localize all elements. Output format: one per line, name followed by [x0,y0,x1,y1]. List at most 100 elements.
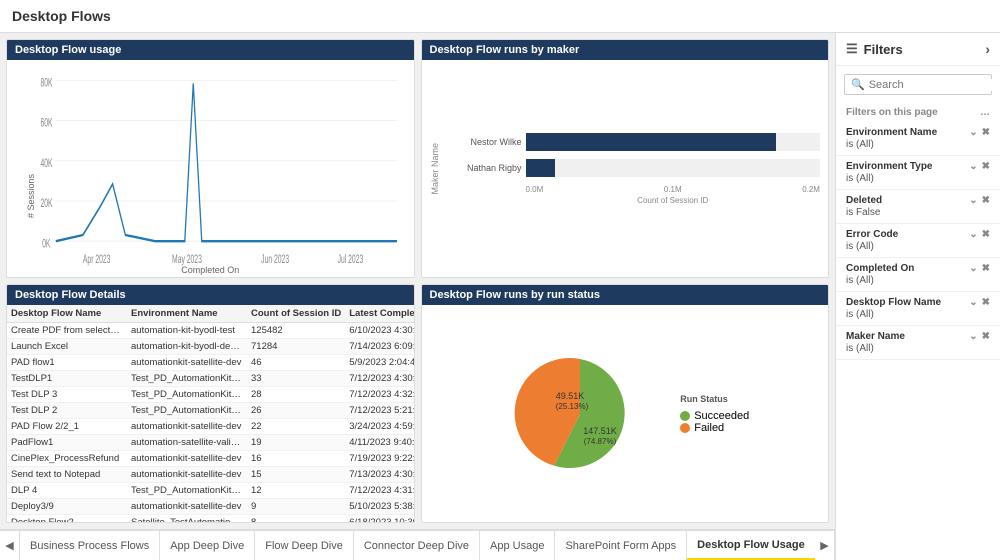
tab-business-process[interactable]: Business Process Flows [20,531,160,560]
svg-text:60K: 60K [40,117,52,131]
filter-chevron-icon[interactable]: ⌄ [969,161,977,172]
table-cell: 6/18/2023 10:30:24 AM [345,515,413,523]
filters-close-button[interactable]: › [985,41,990,57]
table-cell: PAD Flow 2/2_1 [7,419,127,435]
filter-clear-icon[interactable]: ✖ [982,331,990,342]
usage-x-label: Completed On [181,265,239,275]
table-cell: 7/13/2023 4:30:51 AM [345,467,413,483]
svg-text:Jun 2023: Jun 2023 [261,253,289,267]
table-row: Deploy3/9automationkit-satellite-dev95/1… [7,499,414,515]
tab-app-deep-dive[interactable]: App Deep Dive [160,531,255,560]
filter-chevron-icon[interactable]: ⌄ [969,331,977,342]
tabs-container: Business Process FlowsApp Deep DiveFlow … [20,531,815,560]
table-row: TestDLP1Test_PD_AutomationKit_Satellite3… [7,371,414,387]
filters-search-box[interactable]: 🔍 [844,74,992,95]
filter-chevron-icon[interactable]: ⌄ [969,263,977,274]
table-row: Desktop Flow2Satellite_TestAutomationKIT… [7,515,414,523]
maker-name-2: Nathan Rigby [442,163,522,173]
table-cell: Satellite_TestAutomationKIT [127,515,247,523]
filter-clear-icon[interactable]: ✖ [982,161,990,172]
tab-desktop-flow-usage[interactable]: Desktop Flow Usage [687,531,815,560]
filter-clear-icon[interactable]: ✖ [982,195,990,206]
filters-search-input[interactable] [869,79,1000,91]
svg-text:147.51K: 147.51K [583,426,617,436]
table-row: DLP 4Test_PD_AutomationKit_Satellite127/… [7,483,414,499]
details-table: Desktop Flow Name Environment Name Count… [7,305,414,522]
maker-x-label: Count of Session ID [442,196,821,205]
filter-chevron-icon[interactable]: ⌄ [969,195,977,206]
filter-value: is (All) [846,241,990,252]
tab-next-button[interactable]: ▶ [815,531,835,560]
filters-on-page-dots: … [980,107,990,118]
col-latest-completed[interactable]: Latest Completed On [345,305,413,323]
maker-bar-bg-1 [526,133,821,151]
col-session-count[interactable]: Count of Session ID [247,305,345,323]
filter-item[interactable]: Deleted ⌄ ✖ is False [836,190,1000,224]
pie-chart-svg: 49.51K (25.13%) 147.51K (74.87%) [500,344,660,484]
filters-on-page-text: Filters on this page [846,107,938,118]
col-flow-name[interactable]: Desktop Flow Name [7,305,127,323]
filters-on-page-label: Filters on this page … [836,103,1000,122]
filters-title: Filters [864,42,903,57]
maker-x-tick-1: 0.1M [664,185,682,194]
usage-y-label: # Sessions [26,174,36,218]
table-cell: automation-satellite-validation [127,435,247,451]
maker-bar-fill-1 [526,133,776,151]
filter-item[interactable]: Maker Name ⌄ ✖ is (All) [836,326,1000,360]
tab-flow-deep-dive[interactable]: Flow Deep Dive [255,531,354,560]
col-env-name[interactable]: Environment Name [127,305,247,323]
maker-x-tick-0: 0.0M [526,185,544,194]
filter-value: is (All) [846,343,990,354]
filter-item[interactable]: Desktop Flow Name ⌄ ✖ is (All) [836,292,1000,326]
svg-text:80K: 80K [40,77,52,91]
table-row: PAD Flow 2/2_1automationkit-satellite-de… [7,419,414,435]
table-cell: PAD flow1 [7,355,127,371]
table-cell: Test_PD_AutomationKit_Satellite [127,387,247,403]
run-status-legend: Run Status Succeeded Failed [680,394,749,434]
table-cell: Deploy3/9 [7,499,127,515]
table-cell: 6/10/2023 4:30:16 AM [345,323,413,339]
filter-value: is False [846,207,990,218]
filter-label: Completed On ⌄ ✖ [846,263,990,274]
table-cell: 12 [247,483,345,499]
table-cell: 7/14/2023 6:09:13 PM [345,339,413,355]
maker-y-label: Maker Name [430,143,440,195]
tab-sharepoint-form[interactable]: SharePoint Form Apps [555,531,687,560]
filter-label: Deleted ⌄ ✖ [846,195,990,206]
filter-chevron-icon[interactable]: ⌄ [969,229,977,240]
table-cell: TestDLP1 [7,371,127,387]
maker-card-title: Desktop Flow runs by maker [422,40,829,60]
table-cell: 3/24/2023 4:59:15 AM [345,419,413,435]
filter-item[interactable]: Environment Type ⌄ ✖ is (All) [836,156,1000,190]
filter-chevron-icon[interactable]: ⌄ [969,297,977,308]
table-row: Send text to Notepadautomationkit-satell… [7,467,414,483]
legend-title: Run Status [680,394,749,404]
filter-chevron-icon[interactable]: ⌄ [969,127,977,138]
filter-clear-icon[interactable]: ✖ [982,229,990,240]
filter-item[interactable]: Environment Name ⌄ ✖ is (All) [836,122,1000,156]
svg-text:Apr 2023: Apr 2023 [83,253,111,267]
filter-item[interactable]: Error Code ⌄ ✖ is (All) [836,224,1000,258]
filter-item[interactable]: Completed On ⌄ ✖ is (All) [836,258,1000,292]
legend-succeeded: Succeeded [680,410,749,422]
usage-card: Desktop Flow usage # Sessions 80K 60K 40… [6,39,415,278]
details-table-container[interactable]: Desktop Flow Name Environment Name Count… [7,305,414,522]
filter-value: is (All) [846,275,990,286]
table-row: Launch Excelautomation-kit-byodl-demo712… [7,339,414,355]
page-title: Desktop Flows [0,0,1000,33]
filter-clear-icon[interactable]: ✖ [982,127,990,138]
tab-connector-deep-dive[interactable]: Connector Deep Dive [354,531,480,560]
filter-clear-icon[interactable]: ✖ [982,297,990,308]
filter-label: Error Code ⌄ ✖ [846,229,990,240]
table-cell: 7/12/2023 5:21:34 AM [345,403,413,419]
tab-app-usage[interactable]: App Usage [480,531,555,560]
search-icon: 🔍 [851,78,865,91]
filters-header: ☰ Filters › [836,33,1000,66]
run-status-card: Desktop Flow runs by run status 49.51K [421,284,830,523]
table-cell: 8 [247,515,345,523]
svg-text:49.51K: 49.51K [556,391,585,401]
table-cell: DLP 4 [7,483,127,499]
table-row: PAD flow1automationkit-satellite-dev465/… [7,355,414,371]
tab-prev-button[interactable]: ◀ [0,531,20,560]
filter-clear-icon[interactable]: ✖ [982,263,990,274]
